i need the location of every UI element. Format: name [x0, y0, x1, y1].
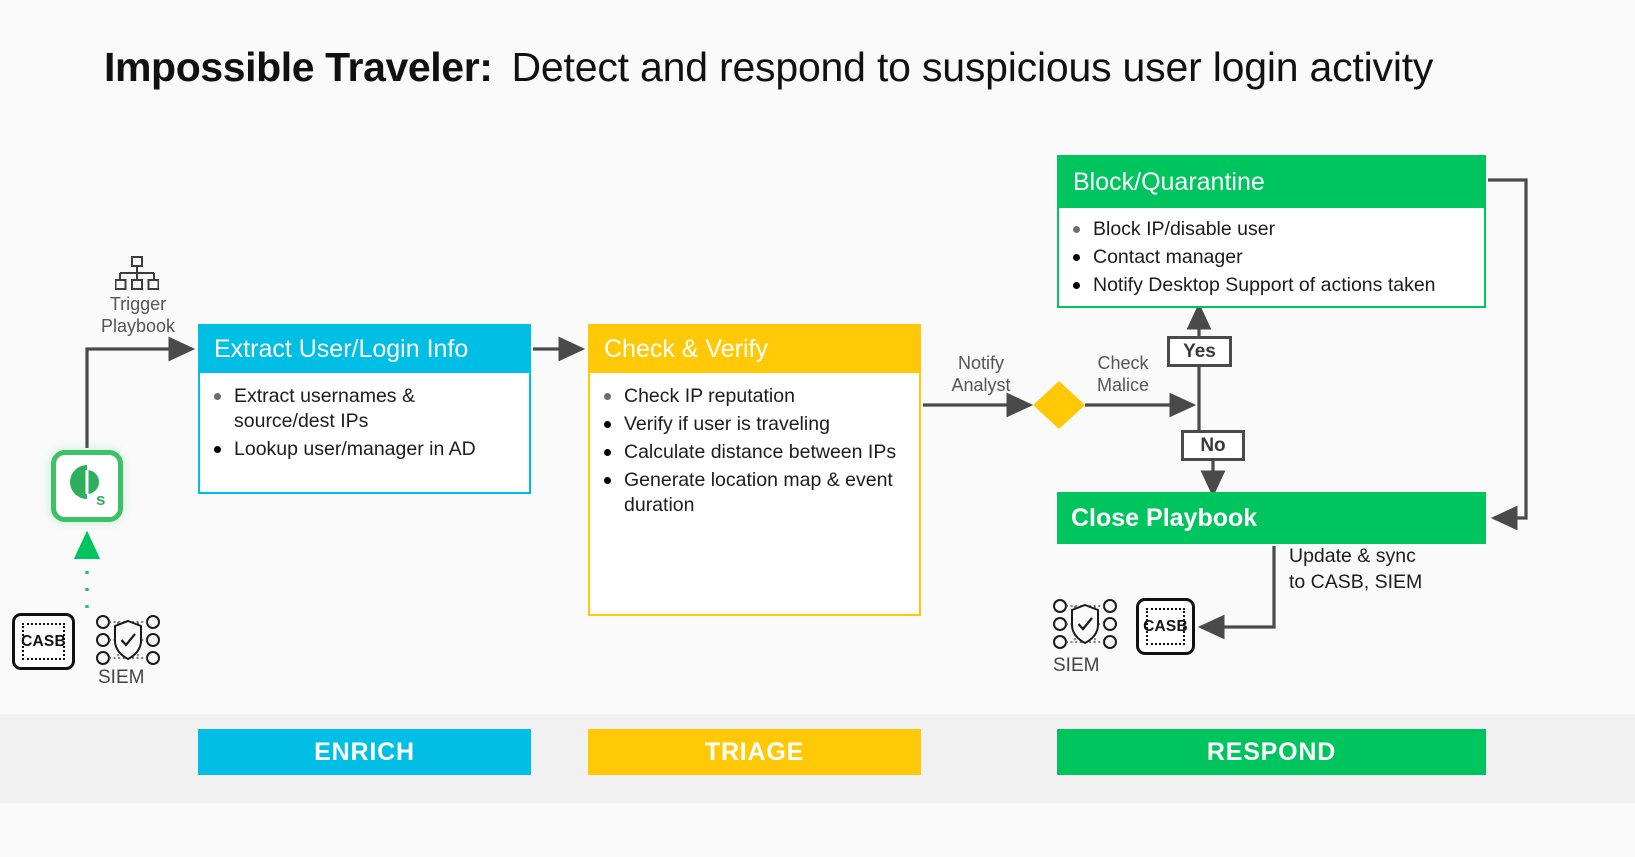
update-sync-label: Update & sync to CASB, SIEM — [1289, 545, 1423, 593]
card-triage-title: Check & Verify — [590, 326, 919, 373]
page-title-strong: Impossible Traveler: — [104, 44, 493, 90]
siem-right-label: SIEM — [1053, 655, 1100, 676]
card-enrich-body: Extract usernames & source/dest IPs Look… — [200, 373, 529, 462]
card-triage-body: Check IP reputation Verify if user is tr… — [590, 373, 919, 518]
list-item: Notify Desktop Support of actions taken — [1073, 273, 1470, 298]
casb-right-label: CASB — [1143, 608, 1188, 645]
card-block-quarantine: Block/Quarantine Block IP/disable user C… — [1057, 155, 1486, 308]
card-check-and-verify: Check & Verify Check IP reputation Verif… — [588, 324, 921, 616]
svg-text:s: s — [96, 490, 105, 509]
decision-no-badge: No — [1181, 430, 1245, 461]
card-block-title: Block/Quarantine — [1059, 157, 1484, 208]
list-item: Lookup user/manager in AD — [214, 437, 515, 462]
page-title: Impossible Traveler: Detect and respond … — [104, 44, 1564, 104]
phase-enrich: ENRICH — [198, 729, 531, 775]
siem-left-label: SIEM — [98, 667, 145, 688]
phase-triage: TRIAGE — [588, 729, 921, 775]
qualys-logo-icon: s — [51, 450, 123, 522]
siem-shield-icon — [1053, 598, 1117, 650]
card-enrich-title: Extract User/Login Info — [200, 326, 529, 373]
list-item: Extract usernames & source/dest IPs — [214, 384, 515, 434]
trigger-playbook-label: Trigger Playbook — [100, 294, 176, 336]
card-close-title: Close Playbook — [1071, 503, 1258, 532]
casb-left-label: CASB — [21, 623, 66, 660]
card-block-body: Block IP/disable user Contact manager No… — [1059, 208, 1484, 298]
siem-shield-icon — [96, 614, 160, 666]
casb-source-icon: CASB — [12, 613, 75, 670]
check-malice-label: Check Malice — [1096, 353, 1149, 395]
list-item: Verify if user is traveling — [604, 412, 905, 437]
notify-analyst-label: Notify Analyst — [951, 353, 1011, 395]
card-extract-user-login-info: Extract User/Login Info Extract username… — [198, 324, 531, 494]
phase-respond: RESPOND — [1057, 729, 1486, 775]
list-item: Check IP reputation — [604, 384, 905, 409]
decision-yes-badge: Yes — [1167, 336, 1232, 367]
org-chart-icon — [114, 256, 160, 294]
list-item: Generate location map & event duration — [604, 468, 905, 518]
casb-target-icon: CASB — [1136, 598, 1195, 655]
list-item: Contact manager — [1073, 245, 1470, 270]
page-title-rest: Detect and respond to suspicious user lo… — [511, 44, 1434, 90]
list-item: Block IP/disable user — [1073, 217, 1470, 242]
list-item: Calculate distance between IPs — [604, 440, 905, 465]
card-close-playbook: Close Playbook — [1057, 492, 1486, 544]
